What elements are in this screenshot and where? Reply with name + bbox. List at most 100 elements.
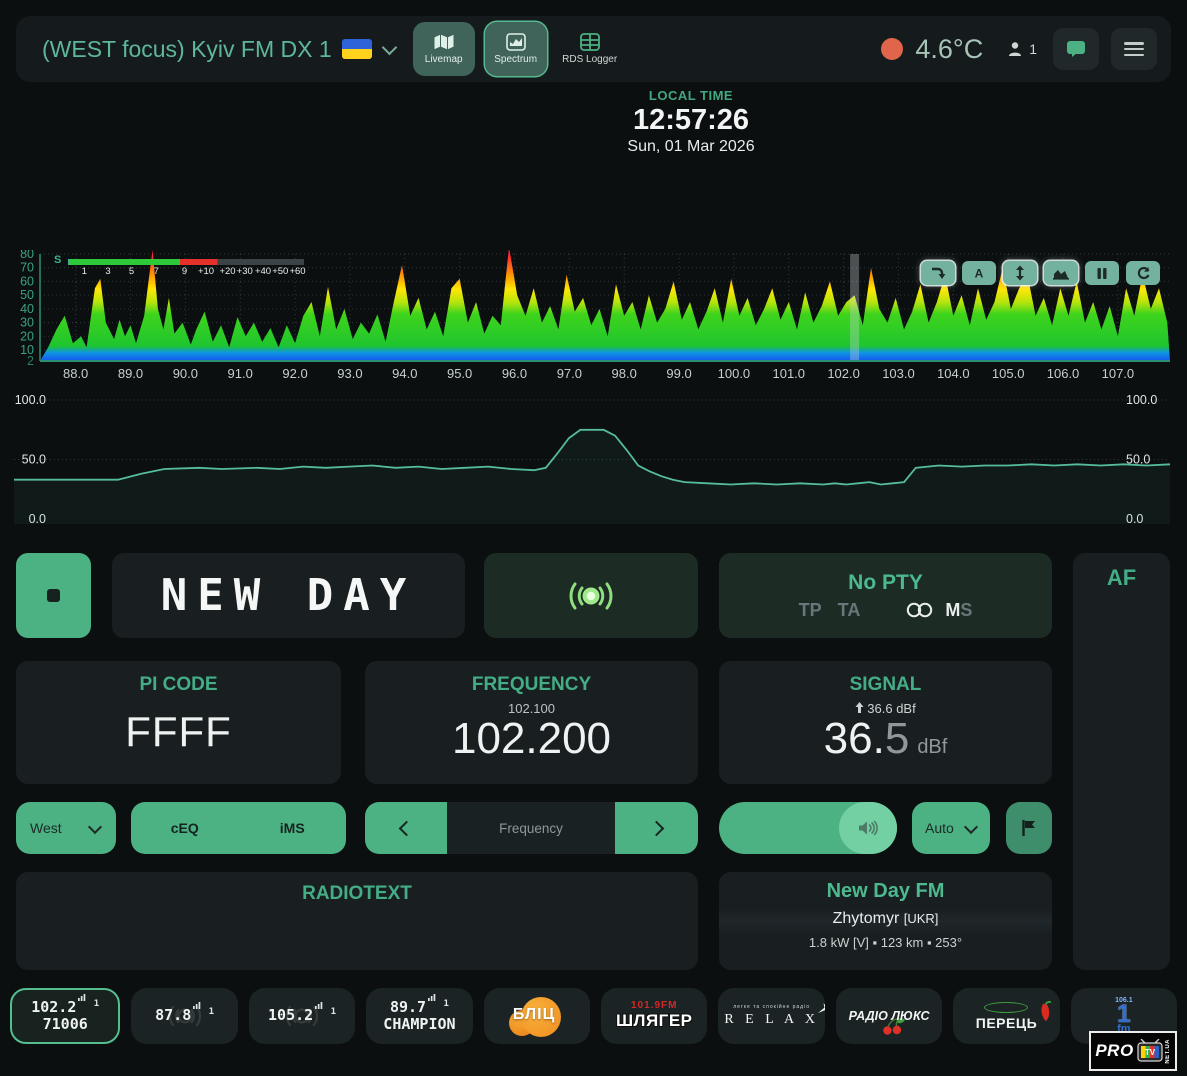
tuning-control xyxy=(365,802,698,854)
s-meter-tick: 7 xyxy=(154,266,159,277)
mode-select[interactable]: Auto xyxy=(912,802,990,854)
station-details: 1.8 kW [V] ▪ 123 km ▪ 253° xyxy=(719,935,1052,950)
vertical-zoom-button[interactable] xyxy=(1003,261,1037,285)
ta-flag: TA xyxy=(838,600,861,621)
preset-button[interactable]: 105.2 1 xyxy=(249,988,355,1044)
svg-text:91.0: 91.0 xyxy=(228,366,253,381)
spectrum-toolbar: A xyxy=(921,261,1160,285)
svg-text:103.0: 103.0 xyxy=(882,366,915,381)
svg-text:99.0: 99.0 xyxy=(666,366,691,381)
flag-icon xyxy=(1021,819,1037,837)
pi-code-header: PI CODE xyxy=(16,674,341,696)
stop-icon xyxy=(47,589,60,602)
local-time-value: 12:57:26 xyxy=(541,104,841,137)
preset-button[interactable]: БЛІЦ xyxy=(484,988,590,1044)
refresh-button[interactable] xyxy=(1126,261,1160,285)
header-bar: (WEST focus) Kyiv FM DX 1 Livemap Spectr… xyxy=(16,16,1171,82)
preset-button[interactable]: 101.9FMШЛЯГЕР xyxy=(601,988,707,1044)
preset-button[interactable]: ПЕРЕЦЬ xyxy=(953,988,1059,1044)
station-location: Zhytomyr [UKR] xyxy=(719,910,1052,928)
menu-button[interactable] xyxy=(1111,28,1157,70)
arrow-up-icon xyxy=(855,702,864,713)
pi-code-value: FFFF xyxy=(16,708,341,756)
chevron-right-icon xyxy=(649,820,665,836)
s-meter-tick: +60 xyxy=(289,266,305,277)
svg-text:60: 60 xyxy=(20,274,34,288)
s-meter: S 13579+10+20+30+40+50+60 xyxy=(54,256,304,282)
auto-scale-button[interactable]: A xyxy=(962,261,996,285)
station-name: New Day FM xyxy=(719,880,1052,903)
pause-button[interactable] xyxy=(1085,261,1119,285)
s-meter-tick: +30 xyxy=(237,266,253,277)
spectrum-button[interactable]: Spectrum xyxy=(485,22,547,76)
radiotext-header: RADIOTEXT xyxy=(16,883,698,905)
svg-text:89.0: 89.0 xyxy=(118,366,143,381)
arrow-curve-down-icon xyxy=(930,266,946,280)
stereo-indicator-panel xyxy=(484,553,698,638)
protv-net-text: NET.UA xyxy=(1165,1039,1171,1064)
snap-to-peak-button[interactable] xyxy=(921,261,955,285)
eq-ims-toggle-group: cEQ iMS xyxy=(131,802,346,854)
volume-slider[interactable] xyxy=(719,802,897,854)
ceq-toggle[interactable]: cEQ xyxy=(131,820,239,836)
s-meter-bar xyxy=(68,259,304,265)
local-date: Sun, 01 Mar 2026 xyxy=(541,138,841,156)
rds-logger-button[interactable]: RDS Logger xyxy=(559,22,621,76)
ims-toggle[interactable]: iMS xyxy=(239,820,347,836)
frequency-panel: FREQUENCY 102.100 102.200 xyxy=(365,661,698,784)
s-meter-tick: +50 xyxy=(272,266,288,277)
frequency-header: FREQUENCY xyxy=(365,674,698,696)
protv-logo: PRO TV NET.UA xyxy=(1089,1031,1177,1071)
signal-history-graph: 100.0100.050.050.00.00.0 xyxy=(0,392,1180,534)
signal-frac: 5 xyxy=(885,714,909,763)
svg-text:20: 20 xyxy=(20,329,34,343)
area-chart-icon xyxy=(1052,266,1070,280)
speaker-icon xyxy=(858,820,878,836)
server-title[interactable]: (WEST focus) Kyiv FM DX 1 xyxy=(42,36,332,63)
local-time-label: LOCAL TIME xyxy=(541,88,841,103)
user-icon xyxy=(1007,41,1025,57)
stereo-icon xyxy=(906,602,933,618)
signal-history-svg: 100.0100.050.050.00.00.0 xyxy=(0,392,1180,534)
antenna-select[interactable]: West xyxy=(16,802,116,854)
letter-a-icon: A xyxy=(971,266,987,280)
svg-text:A: A xyxy=(975,267,984,281)
play-stop-button[interactable] xyxy=(16,553,91,638)
tv-icon: TV xyxy=(1136,1039,1164,1063)
chevron-down-icon[interactable] xyxy=(381,39,397,55)
chat-icon xyxy=(1066,40,1086,58)
hamburger-icon xyxy=(1124,42,1144,56)
volume-thumb[interactable] xyxy=(839,802,897,854)
pty-panel: No PTY TP TA M S xyxy=(719,553,1052,638)
svg-text:50: 50 xyxy=(20,288,34,302)
report-flag-button[interactable] xyxy=(1006,802,1052,854)
local-clock: LOCAL TIME 12:57:26 Sun, 01 Mar 2026 xyxy=(541,88,841,156)
frequency-input[interactable] xyxy=(447,802,615,854)
preset-button[interactable]: 87.8 1 xyxy=(131,988,237,1044)
svg-text:98.0: 98.0 xyxy=(612,366,637,381)
station-city: Zhytomyr xyxy=(833,910,900,927)
station-info-panel: New Day FM Zhytomyr [UKR] 1.8 kW [V] ▪ 1… xyxy=(719,872,1052,970)
svg-text:90.0: 90.0 xyxy=(173,366,198,381)
svg-text:107.0: 107.0 xyxy=(1102,366,1135,381)
signal-value: 36.5dBf xyxy=(719,716,1052,762)
s-meter-tick: +10 xyxy=(198,266,214,277)
livemap-button[interactable]: Livemap xyxy=(413,22,475,76)
frequency-value: 102.200 xyxy=(365,716,698,762)
preset-button[interactable]: 102.2 171006 xyxy=(10,988,120,1044)
chevron-down-icon xyxy=(88,819,102,833)
tune-up-button[interactable] xyxy=(615,802,698,854)
tune-down-button[interactable] xyxy=(365,802,447,854)
svg-text:92.0: 92.0 xyxy=(282,366,307,381)
pty-value: No PTY xyxy=(848,571,923,595)
svg-text:96.0: 96.0 xyxy=(502,366,527,381)
graph-style-button[interactable] xyxy=(1044,261,1078,285)
svg-text:95.0: 95.0 xyxy=(447,366,472,381)
refresh-icon xyxy=(1136,266,1151,280)
preset-button[interactable]: 89.7 1CHAMPION xyxy=(366,988,472,1044)
temperature-readout: 4.6°C xyxy=(915,34,983,65)
svg-text:100.0: 100.0 xyxy=(1126,393,1157,407)
chat-button[interactable] xyxy=(1053,28,1099,70)
preset-button[interactable]: РАДІО ЛЮКС xyxy=(836,988,942,1044)
preset-button[interactable]: легке та спокійне радіоR E L A X xyxy=(718,988,824,1044)
